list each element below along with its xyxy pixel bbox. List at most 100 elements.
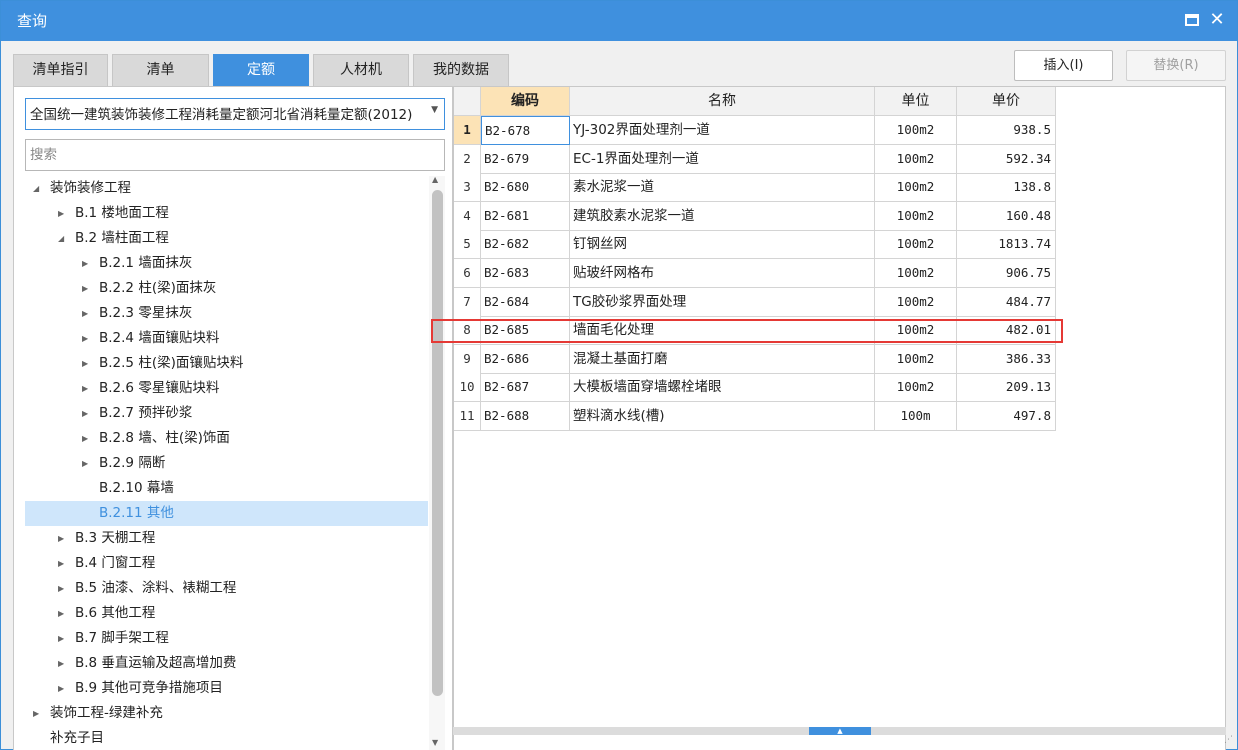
cell-code[interactable]: B2-684 [481,287,570,317]
cell-unit[interactable]: 100m2 [875,116,957,145]
cell-code[interactable]: B2-679 [481,144,570,174]
row-number[interactable]: 1 [454,116,481,145]
cell-price[interactable]: 592.34 [957,144,1056,174]
tree-node[interactable]: ▶ B.1 楼地面工程 [25,201,428,226]
tree-node[interactable]: B.2.11 其他 [25,501,428,526]
cell-code[interactable]: B2-681 [481,201,570,231]
row-number[interactable]: 5 [454,230,481,260]
search-input[interactable] [25,139,445,171]
grid-horizontal-scrollbar[interactable]: ▲ [453,727,1226,735]
column-header-name[interactable]: 名称 [570,87,875,116]
expand-arrow-icon[interactable]: ▶ [82,426,88,451]
row-number[interactable]: 10 [454,373,481,403]
close-icon[interactable]: ✕ [1207,9,1227,31]
row-number[interactable]: 9 [454,344,481,374]
scroll-down-icon[interactable]: ▼ [432,738,438,747]
cell-unit[interactable]: 100m2 [875,144,957,174]
cell-price[interactable]: 938.5 [957,116,1056,145]
cell-name[interactable]: EC-1界面处理剂一道 [570,144,875,174]
tree-node[interactable]: B.2.10 幕墙 [25,476,428,501]
expand-arrow-icon[interactable]: ▶ [82,276,88,301]
maximize-icon[interactable] [1185,14,1199,26]
row-number[interactable]: 11 [454,402,481,431]
expand-arrow-icon[interactable]: ▶ [82,326,88,351]
tab-bill[interactable]: 清单 [112,54,209,86]
tree-node[interactable]: ▶ B.9 其他可竞争措施项目 [25,676,428,701]
tree-node[interactable]: ▶ B.2.8 墙、柱(梁)饰面 [25,426,428,451]
expand-arrow-icon[interactable]: ▶ [58,626,64,651]
row-number[interactable]: 6 [454,259,481,288]
scrollbar-thumb[interactable] [432,190,443,696]
expand-arrow-icon[interactable]: ▶ [58,676,64,701]
cell-unit[interactable]: 100m2 [875,201,957,231]
expand-arrow-icon[interactable]: ▶ [58,601,64,626]
cell-code[interactable]: B2-682 [481,230,570,260]
resize-grip-icon[interactable]: ⋰ [1224,735,1233,745]
cell-code[interactable]: B2-680 [481,173,570,203]
cell-price[interactable]: 138.8 [957,173,1056,203]
tree-node[interactable]: ◢ 装饰装修工程 [25,176,428,201]
cell-code[interactable]: B2-686 [481,344,570,374]
cell-price[interactable]: 386.33 [957,344,1056,374]
collapse-arrow-icon[interactable]: ◢ [58,226,64,251]
expand-arrow-icon[interactable]: ▶ [82,451,88,476]
scroll-up-icon[interactable]: ▲ [432,175,438,184]
tree-node[interactable]: ◢ B.2 墙柱面工程 [25,226,428,251]
tree-node[interactable]: ▶ B.2.1 墙面抹灰 [25,251,428,276]
cell-unit[interactable]: 100m2 [875,287,957,317]
replace-button[interactable]: 替换(R) [1126,50,1226,81]
cell-price[interactable]: 1813.74 [957,230,1056,260]
column-header-unit[interactable]: 单位 [875,87,957,116]
cell-name[interactable]: 钉钢丝网 [570,230,875,260]
cell-name[interactable]: YJ-302界面处理剂一道 [570,116,875,145]
row-number[interactable]: 2 [454,144,481,174]
library-select[interactable]: 全国统一建筑装饰装修工程消耗量定额河北省消耗量定额(2012) ▼ [25,98,445,130]
tab-my-data[interactable]: 我的数据 [413,54,509,86]
cell-code[interactable]: B2-678 [481,116,570,145]
scroll-handle-icon[interactable]: ▲ [809,727,871,735]
collapse-arrow-icon[interactable]: ◢ [33,176,39,201]
tree-node[interactable]: ▶ B.5 油漆、涂料、裱糊工程 [25,576,428,601]
cell-name[interactable]: 大模板墙面穿墙螺栓堵眼 [570,373,875,403]
expand-arrow-icon[interactable]: ▶ [58,526,64,551]
cell-name[interactable]: 混凝土基面打磨 [570,344,875,374]
tab-labor-material-machine[interactable]: 人材机 [313,54,409,86]
cell-price[interactable]: 497.8 [957,402,1056,431]
tree-node[interactable]: ▶ B.8 垂直运输及超高增加费 [25,651,428,676]
tree-node[interactable]: ▶ B.7 脚手架工程 [25,626,428,651]
tree-node[interactable]: ▶ B.6 其他工程 [25,601,428,626]
cell-code[interactable]: B2-688 [481,402,570,431]
row-number[interactable]: 4 [454,201,481,231]
expand-arrow-icon[interactable]: ▶ [58,551,64,576]
tree-node[interactable]: ▶ B.2.2 柱(梁)面抹灰 [25,276,428,301]
tree-node[interactable]: ▶ B.2.5 柱(梁)面镶贴块料 [25,351,428,376]
insert-button[interactable]: 插入(I) [1014,50,1113,81]
cell-price[interactable]: 484.77 [957,287,1056,317]
tree-node[interactable]: 补充子目 [25,726,428,750]
cell-price[interactable]: 160.48 [957,201,1056,231]
cell-name[interactable]: 贴玻纤网格布 [570,259,875,288]
cell-price[interactable]: 209.13 [957,373,1056,403]
expand-arrow-icon[interactable]: ▶ [82,351,88,376]
expand-arrow-icon[interactable]: ▶ [82,401,88,426]
tree-node[interactable]: ▶ B.3 天棚工程 [25,526,428,551]
cell-unit[interactable]: 100m2 [875,373,957,403]
expand-arrow-icon[interactable]: ▶ [58,651,64,676]
cell-code[interactable]: B2-683 [481,259,570,288]
tree-node[interactable]: ▶ 装饰工程-绿建补充 [25,701,428,726]
cell-unit[interactable]: 100m2 [875,259,957,288]
column-header-price[interactable]: 单价 [957,87,1056,116]
tree-node[interactable]: ▶ B.2.6 零星镶贴块料 [25,376,428,401]
cell-price[interactable]: 906.75 [957,259,1056,288]
tree-node[interactable]: ▶ B.2.4 墙面镶贴块料 [25,326,428,351]
expand-arrow-icon[interactable]: ▶ [82,376,88,401]
cell-code[interactable]: B2-687 [481,373,570,403]
tree-node[interactable]: ▶ B.2.9 隔断 [25,451,428,476]
expand-arrow-icon[interactable]: ▶ [58,576,64,601]
cell-name[interactable]: 素水泥浆一道 [570,173,875,203]
row-number[interactable]: 7 [454,287,481,317]
expand-arrow-icon[interactable]: ▶ [33,701,39,726]
expand-arrow-icon[interactable]: ▶ [82,301,88,326]
cell-unit[interactable]: 100m2 [875,230,957,260]
row-number[interactable]: 3 [454,173,481,203]
